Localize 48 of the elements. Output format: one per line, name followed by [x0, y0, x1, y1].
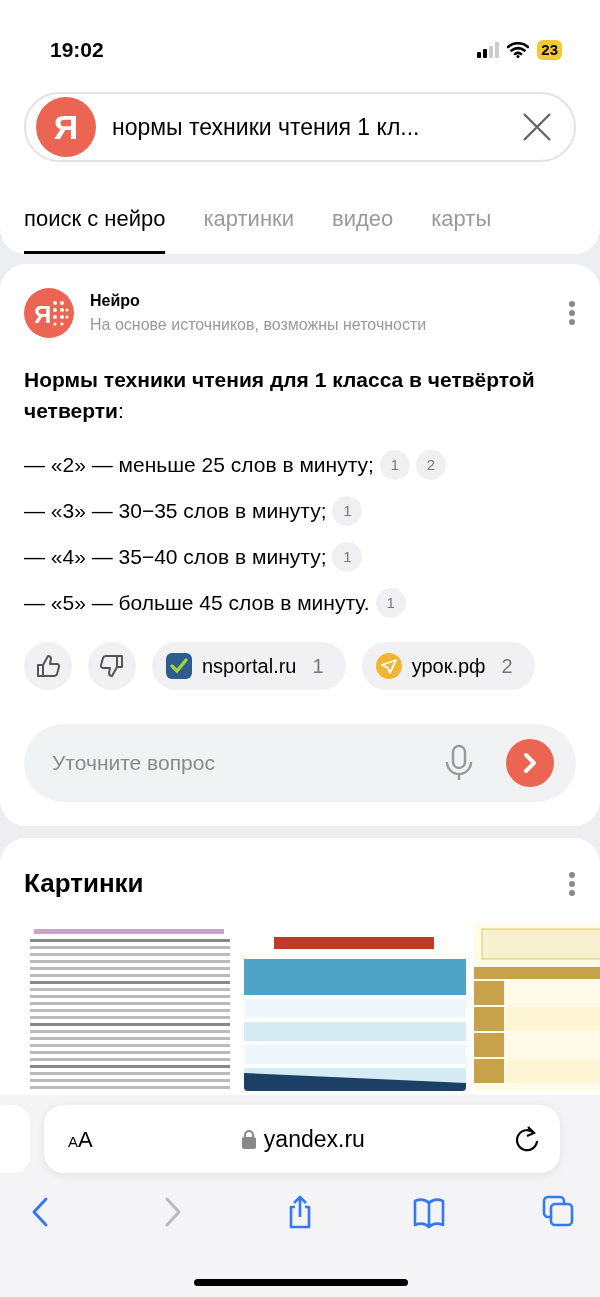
- book-icon[interactable]: [413, 1195, 445, 1229]
- question-field[interactable]: Уточните вопрос: [24, 724, 576, 802]
- lock-icon: [241, 1129, 256, 1149]
- more-icon[interactable]: [568, 870, 576, 897]
- citation-link[interactable]: 1: [379, 450, 410, 480]
- question-input[interactable]: Уточните вопрос: [50, 746, 428, 780]
- citation-link[interactable]: 1: [332, 496, 363, 526]
- close-icon[interactable]: [522, 112, 552, 142]
- tabs-icon[interactable]: [542, 1195, 574, 1229]
- citation-link[interactable]: 2: [415, 450, 446, 480]
- answer-heading: Нормы техники чтения для 1 класса в четвёртой четверти:: [24, 367, 536, 424]
- dislike-button[interactable]: [88, 642, 136, 690]
- section-title: Картинки: [24, 867, 144, 900]
- answer-line: — «3» — 30−35 слов в минуту;: [24, 498, 327, 525]
- citation-link[interactable]: 1: [375, 588, 406, 618]
- microphone-icon[interactable]: [444, 744, 474, 782]
- disclaimer-text: На основе источников, возможны неточности: [90, 315, 428, 335]
- source-chip[interactable]: nsportal.ru 1: [152, 642, 346, 690]
- citation-link[interactable]: 1: [332, 542, 363, 572]
- signal-icon: [477, 42, 500, 58]
- answer-line: — «5» — больше 45 слов в минуту.: [24, 590, 370, 617]
- tab[interactable]: видео: [331, 194, 394, 254]
- clock-time: 19:02: [50, 37, 104, 64]
- url-text: yandex.ru: [263, 1124, 365, 1154]
- battery-level: 23: [537, 40, 562, 60]
- checkmark-icon: [166, 653, 192, 679]
- send-button[interactable]: [506, 739, 554, 787]
- answer-line: — «2» — меньше 25 слов в минуту;: [24, 452, 374, 479]
- dots-icon: [51, 300, 69, 326]
- yandex-logo[interactable]: Я: [36, 97, 96, 157]
- source-chip[interactable]: урок.рф 2: [361, 642, 535, 690]
- like-button[interactable]: [24, 642, 72, 690]
- assistant-name: Нейро: [90, 291, 141, 311]
- address-bar[interactable]: AA yandex.ru: [44, 1105, 560, 1173]
- wifi-icon: [507, 42, 530, 58]
- thumbs-down-icon: [99, 653, 125, 679]
- logo-letter: Я: [34, 300, 52, 330]
- tab[interactable]: картинки: [203, 194, 294, 254]
- more-icon[interactable]: [568, 300, 576, 326]
- tab[interactable]: карты: [431, 194, 492, 254]
- search-field[interactable]: Я нормы техники чтения 1 кл...: [24, 92, 576, 162]
- answer-line: — «4» — 35−40 слов в минуту;: [24, 544, 327, 571]
- text-size-button[interactable]: AA: [68, 1122, 93, 1156]
- search-query: нормы техники чтения 1 кл...: [112, 112, 421, 142]
- paper-plane-icon: [375, 653, 402, 679]
- tab[interactable]: поиск с нейро: [24, 194, 166, 254]
- thumbs-up-icon: [35, 653, 61, 679]
- reload-icon[interactable]: [514, 1125, 540, 1153]
